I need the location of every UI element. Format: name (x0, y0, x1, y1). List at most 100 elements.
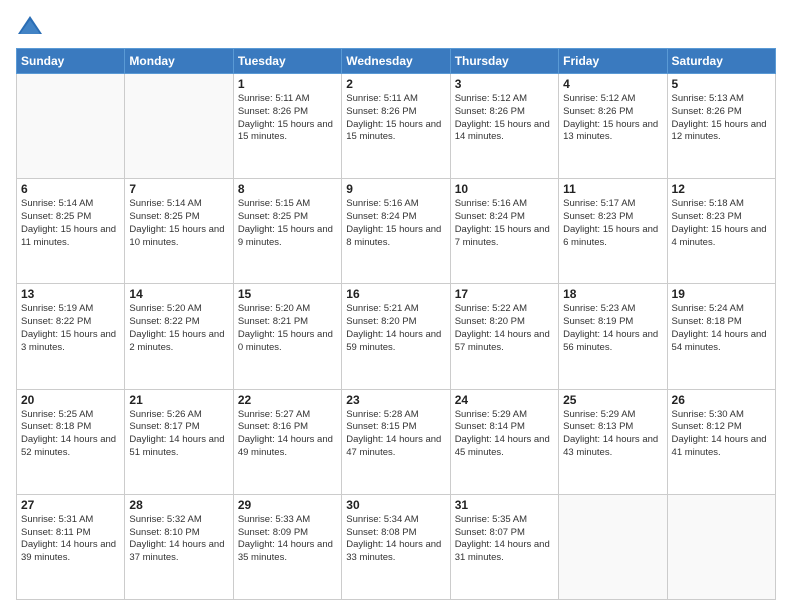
day-number: 4 (563, 77, 662, 91)
logo (16, 12, 48, 40)
day-cell: 6 Sunrise: 5:14 AMSunset: 8:25 PMDaylight… (17, 179, 125, 284)
day-info: Sunrise: 5:25 AMSunset: 8:18 PMDaylight:… (21, 409, 120, 460)
day-number: 17 (455, 287, 554, 301)
day-cell: 20 Sunrise: 5:25 AMSunset: 8:18 PMDayligh… (17, 389, 125, 494)
day-number: 9 (346, 182, 445, 196)
day-info: Sunrise: 5:30 AMSunset: 8:12 PMDaylight:… (672, 409, 771, 460)
week-row-1: 6 Sunrise: 5:14 AMSunset: 8:25 PMDaylight… (17, 179, 776, 284)
day-cell: 18 Sunrise: 5:23 AMSunset: 8:19 PMDayligh… (559, 284, 667, 389)
week-row-3: 20 Sunrise: 5:25 AMSunset: 8:18 PMDayligh… (17, 389, 776, 494)
day-cell: 14 Sunrise: 5:20 AMSunset: 8:22 PMDayligh… (125, 284, 233, 389)
day-cell (17, 74, 125, 179)
day-info: Sunrise: 5:22 AMSunset: 8:20 PMDaylight:… (455, 303, 554, 354)
day-cell: 30Sunrise: 5:34 AMSunset: 8:08 PMDayligh… (342, 494, 450, 599)
day-number: 21 (129, 393, 228, 407)
day-number: 28 (129, 498, 228, 512)
day-info: Sunrise: 5:19 AMSunset: 8:22 PMDaylight:… (21, 303, 120, 354)
day-number: 27 (21, 498, 120, 512)
day-number: 26 (672, 393, 771, 407)
day-number: 23 (346, 393, 445, 407)
day-cell: 8 Sunrise: 5:15 AMSunset: 8:25 PMDaylight… (233, 179, 341, 284)
day-cell: 13 Sunrise: 5:19 AMSunset: 8:22 PMDayligh… (17, 284, 125, 389)
day-cell: 16 Sunrise: 5:21 AMSunset: 8:20 PMDayligh… (342, 284, 450, 389)
header-cell-sunday: Sunday (17, 49, 125, 74)
day-cell: 26 Sunrise: 5:30 AMSunset: 8:12 PMDayligh… (667, 389, 775, 494)
day-info: Sunrise: 5:13 AMSunset: 8:26 PMDaylight:… (672, 93, 771, 144)
day-info: Sunrise: 5:11 AMSunset: 8:26 PMDaylight:… (346, 93, 445, 144)
day-cell: 17 Sunrise: 5:22 AMSunset: 8:20 PMDayligh… (450, 284, 558, 389)
day-number: 14 (129, 287, 228, 301)
day-info: Sunrise: 5:29 AMSunset: 8:13 PMDaylight:… (563, 409, 662, 460)
header-row: SundayMondayTuesdayWednesdayThursdayFrid… (17, 49, 776, 74)
day-cell (667, 494, 775, 599)
week-row-4: 27 Sunrise: 5:31 AMSunset: 8:11 PMDayligh… (17, 494, 776, 599)
day-info: Sunrise: 5:21 AMSunset: 8:20 PMDaylight:… (346, 303, 445, 354)
day-info: Sunrise: 5:18 AMSunset: 8:23 PMDaylight:… (672, 198, 771, 249)
day-number: 12 (672, 182, 771, 196)
day-info: Sunrise: 5:29 AMSunset: 8:14 PMDaylight:… (455, 409, 554, 460)
day-cell: 23Sunrise: 5:28 AMSunset: 8:15 PMDayligh… (342, 389, 450, 494)
day-cell: 3 Sunrise: 5:12 AMSunset: 8:26 PMDaylight… (450, 74, 558, 179)
week-row-2: 13 Sunrise: 5:19 AMSunset: 8:22 PMDayligh… (17, 284, 776, 389)
day-cell: 7 Sunrise: 5:14 AMSunset: 8:25 PMDaylight… (125, 179, 233, 284)
day-number: 1 (238, 77, 337, 91)
header-cell-friday: Friday (559, 49, 667, 74)
day-info: Sunrise: 5:12 AMSunset: 8:26 PMDaylight:… (455, 93, 554, 144)
day-info: Sunrise: 5:16 AMSunset: 8:24 PMDaylight:… (455, 198, 554, 249)
day-info: Sunrise: 5:16 AMSunset: 8:24 PMDaylight:… (346, 198, 445, 249)
day-cell: 15 Sunrise: 5:20 AMSunset: 8:21 PMDayligh… (233, 284, 341, 389)
day-cell (559, 494, 667, 599)
day-info: Sunrise: 5:15 AMSunset: 8:25 PMDaylight:… (238, 198, 337, 249)
day-info: Sunrise: 5:23 AMSunset: 8:19 PMDaylight:… (563, 303, 662, 354)
day-cell: 21Sunrise: 5:26 AMSunset: 8:17 PMDayligh… (125, 389, 233, 494)
day-cell: 12 Sunrise: 5:18 AMSunset: 8:23 PMDayligh… (667, 179, 775, 284)
header-cell-tuesday: Tuesday (233, 49, 341, 74)
day-info: Sunrise: 5:14 AMSunset: 8:25 PMDaylight:… (129, 198, 228, 249)
day-number: 22 (238, 393, 337, 407)
day-info: Sunrise: 5:11 AMSunset: 8:26 PMDaylight:… (238, 93, 337, 144)
day-number: 3 (455, 77, 554, 91)
day-cell: 4 Sunrise: 5:12 AMSunset: 8:26 PMDaylight… (559, 74, 667, 179)
day-number: 8 (238, 182, 337, 196)
day-number: 15 (238, 287, 337, 301)
day-info: Sunrise: 5:14 AMSunset: 8:25 PMDaylight:… (21, 198, 120, 249)
day-cell: 22Sunrise: 5:27 AMSunset: 8:16 PMDayligh… (233, 389, 341, 494)
day-cell: 29Sunrise: 5:33 AMSunset: 8:09 PMDayligh… (233, 494, 341, 599)
week-row-0: 1 Sunrise: 5:11 AMSunset: 8:26 PMDaylight… (17, 74, 776, 179)
header-cell-monday: Monday (125, 49, 233, 74)
day-number: 16 (346, 287, 445, 301)
day-cell: 25Sunrise: 5:29 AMSunset: 8:13 PMDayligh… (559, 389, 667, 494)
day-number: 20 (21, 393, 120, 407)
day-info: Sunrise: 5:32 AMSunset: 8:10 PMDaylight:… (129, 514, 228, 565)
day-cell: 19 Sunrise: 5:24 AMSunset: 8:18 PMDayligh… (667, 284, 775, 389)
header (16, 12, 776, 40)
day-info: Sunrise: 5:12 AMSunset: 8:26 PMDaylight:… (563, 93, 662, 144)
day-info: Sunrise: 5:34 AMSunset: 8:08 PMDaylight:… (346, 514, 445, 565)
day-number: 13 (21, 287, 120, 301)
day-number: 5 (672, 77, 771, 91)
day-number: 19 (672, 287, 771, 301)
day-cell: 27 Sunrise: 5:31 AMSunset: 8:11 PMDayligh… (17, 494, 125, 599)
day-number: 24 (455, 393, 554, 407)
header-cell-wednesday: Wednesday (342, 49, 450, 74)
day-number: 18 (563, 287, 662, 301)
day-number: 7 (129, 182, 228, 196)
day-info: Sunrise: 5:24 AMSunset: 8:18 PMDaylight:… (672, 303, 771, 354)
day-info: Sunrise: 5:35 AMSunset: 8:07 PMDaylight:… (455, 514, 554, 565)
day-cell: 2 Sunrise: 5:11 AMSunset: 8:26 PMDaylight… (342, 74, 450, 179)
header-cell-saturday: Saturday (667, 49, 775, 74)
day-cell: 24 Sunrise: 5:29 AMSunset: 8:14 PMDayligh… (450, 389, 558, 494)
day-info: Sunrise: 5:20 AMSunset: 8:22 PMDaylight:… (129, 303, 228, 354)
day-cell: 10Sunrise: 5:16 AMSunset: 8:24 PMDayligh… (450, 179, 558, 284)
day-cell (125, 74, 233, 179)
day-info: Sunrise: 5:20 AMSunset: 8:21 PMDaylight:… (238, 303, 337, 354)
day-info: Sunrise: 5:33 AMSunset: 8:09 PMDaylight:… (238, 514, 337, 565)
day-info: Sunrise: 5:31 AMSunset: 8:11 PMDaylight:… (21, 514, 120, 565)
day-cell: 5 Sunrise: 5:13 AMSunset: 8:26 PMDaylight… (667, 74, 775, 179)
day-number: 6 (21, 182, 120, 196)
day-cell: 31 Sunrise: 5:35 AMSunset: 8:07 PMDayligh… (450, 494, 558, 599)
day-number: 2 (346, 77, 445, 91)
day-info: Sunrise: 5:17 AMSunset: 8:23 PMDaylight:… (563, 198, 662, 249)
day-number: 31 (455, 498, 554, 512)
day-cell: 28 Sunrise: 5:32 AMSunset: 8:10 PMDayligh… (125, 494, 233, 599)
